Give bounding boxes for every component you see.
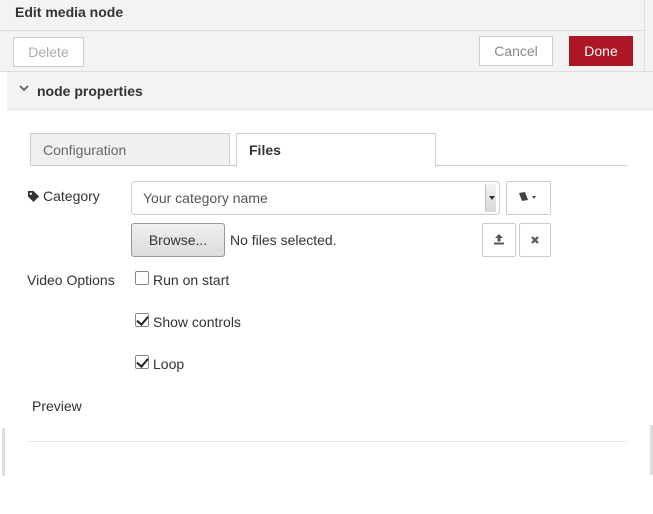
loop-label: Loop — [153, 356, 185, 372]
title-divider — [0, 30, 645, 31]
tab-active-gap — [237, 165, 435, 167]
category-select-value: Your category name — [143, 190, 268, 206]
upload-icon — [493, 232, 505, 248]
run-on-start-label: Run on start — [153, 272, 230, 288]
file-status: No files selected. — [230, 232, 337, 248]
close-icon — [530, 232, 540, 248]
loop-checkbox[interactable] — [135, 355, 149, 369]
upload-button[interactable] — [482, 223, 516, 257]
browse-button[interactable]: Browse... — [131, 223, 225, 257]
caret-down-icon — [485, 184, 496, 212]
tray-edge — [644, 0, 645, 72]
tab-configuration[interactable]: Configuration — [30, 133, 230, 166]
cancel-button[interactable]: Cancel — [479, 36, 553, 66]
tray-title: Edit media node — [15, 4, 124, 20]
chevron-down-icon — [19, 83, 29, 95]
preview-label: Preview — [32, 398, 82, 414]
node-properties-header[interactable]: node properties — [7, 72, 653, 110]
done-button[interactable]: Done — [569, 36, 633, 66]
run-on-start-checkbox[interactable] — [135, 271, 149, 285]
show-controls-label: Show controls — [153, 314, 241, 330]
tag-icon — [27, 190, 40, 203]
category-library-button[interactable] — [506, 181, 551, 215]
clear-file-button[interactable] — [519, 223, 551, 257]
section-title: node properties — [37, 83, 143, 99]
preview-divider — [27, 441, 627, 442]
book-icon — [518, 190, 540, 206]
delete-button[interactable]: Delete — [13, 37, 84, 67]
show-controls-checkbox[interactable] — [135, 313, 149, 327]
category-select[interactable]: Your category name — [131, 181, 500, 215]
resize-handle-left[interactable] — [2, 428, 5, 476]
tray-header: Edit media node Delete Cancel Done — [0, 0, 653, 72]
video-options-label: Video Options — [27, 272, 115, 288]
tab-files[interactable]: Files — [236, 133, 436, 167]
category-label: Category — [43, 188, 100, 204]
